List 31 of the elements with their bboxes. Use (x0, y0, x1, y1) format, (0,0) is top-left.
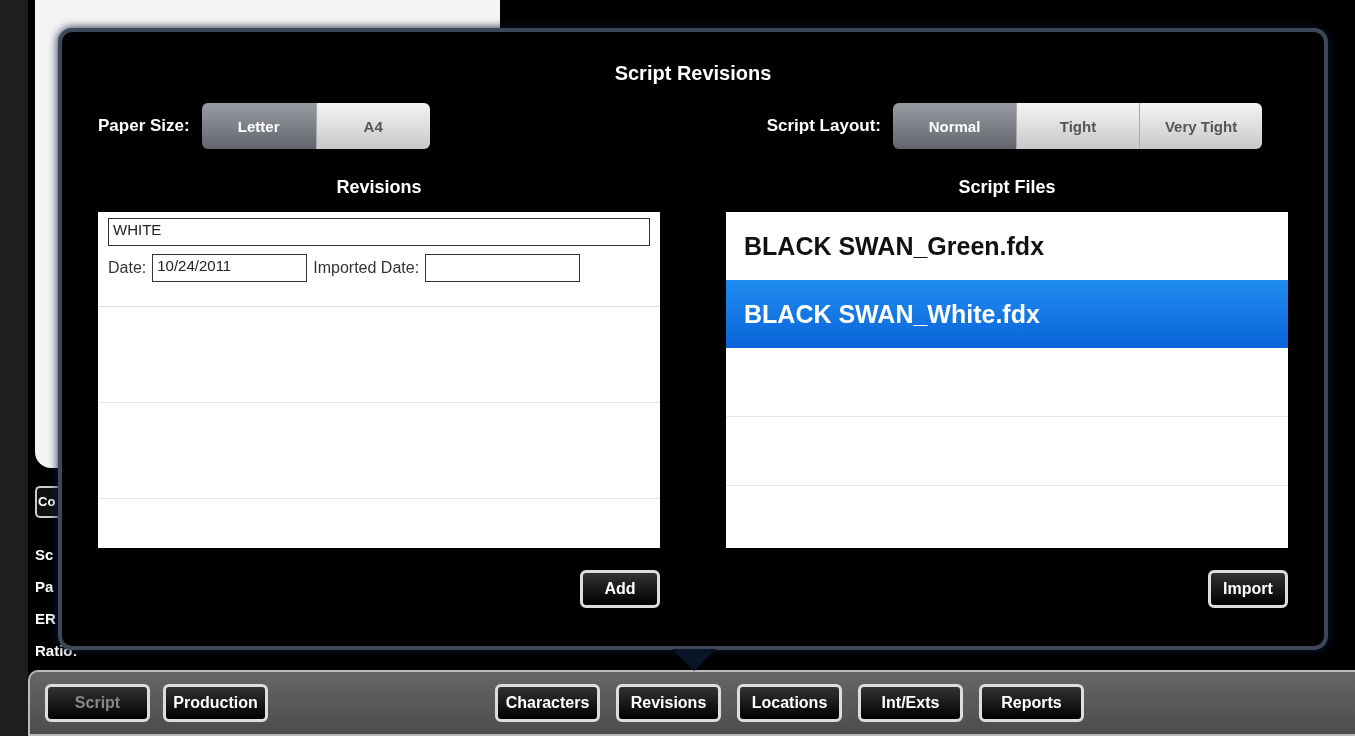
file-row[interactable]: BLACK SWAN_Green.fdx (726, 212, 1288, 280)
stat-label: ER (35, 609, 57, 627)
stat-label: Pa (35, 577, 55, 595)
section-heading: Revisions (335, 177, 423, 198)
imported-date-field[interactable] (425, 254, 581, 282)
setting-label: Paper Size: (98, 116, 190, 136)
toolbar-button[interactable]: Int/Exts (858, 684, 963, 722)
toolbar-button[interactable]: Production (163, 684, 268, 722)
segment-option[interactable]: Very Tight (1139, 103, 1262, 149)
toolbar-button[interactable]: Locations (737, 684, 842, 722)
stat-label: Ratio: (35, 641, 79, 659)
popover-title: Script Revisions (614, 62, 772, 85)
date-field[interactable]: 10/24/2011 (152, 254, 308, 282)
toolbar-button[interactable]: Reports (979, 684, 1084, 722)
imported-date-label: Imported Date: (313, 259, 420, 277)
segment-option[interactable]: Normal (893, 103, 1016, 149)
revision-name-field[interactable]: WHITE (108, 218, 650, 246)
toolbar-button[interactable]: Script (45, 684, 150, 722)
section-heading: Script Files (957, 177, 1057, 198)
setting-label: Script Layout: (766, 116, 881, 136)
file-row[interactable]: BLACK SWAN_White.fdx (726, 280, 1288, 348)
segment-option[interactable]: Letter (201, 103, 316, 149)
date-label: Date: (108, 259, 147, 277)
stat-label: Sc (35, 545, 55, 563)
import-button[interactable]: Import (1208, 570, 1288, 608)
popover-arrow-icon (672, 649, 716, 671)
toolbar-button[interactable]: Characters (495, 684, 600, 722)
segment-option[interactable]: A4 (315, 103, 430, 149)
segment-option[interactable]: Tight (1016, 103, 1139, 149)
toolbar-button[interactable]: Revisions (616, 684, 721, 722)
add-button[interactable]: Add (580, 570, 660, 608)
